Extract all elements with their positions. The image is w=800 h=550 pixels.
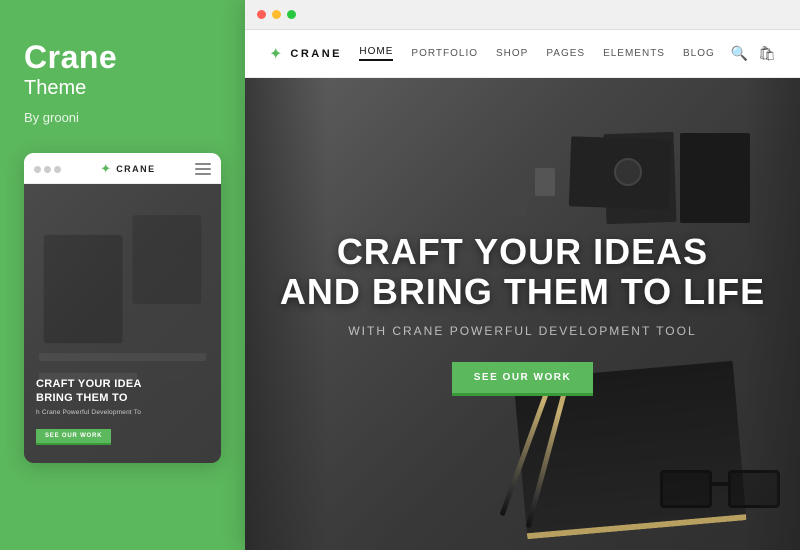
theme-author: By grooni	[24, 110, 221, 125]
website-nav: ✦ CRANE HOME PORTFOLIO SHOP PAGES ELEMEN…	[245, 30, 800, 78]
mobile-logo: ✦ CRANE	[100, 161, 155, 177]
hero-cta-button[interactable]: SEE OUR WORK	[452, 362, 593, 396]
mobile-dot-3	[54, 166, 61, 173]
theme-label: Theme	[24, 77, 221, 100]
desktop-preview: ✦ CRANE HOME PORTFOLIO SHOP PAGES ELEMEN…	[245, 0, 800, 550]
website-content: ✦ CRANE HOME PORTFOLIO SHOP PAGES ELEMEN…	[245, 30, 800, 550]
nav-item-portfolio[interactable]: PORTFOLIO	[411, 48, 478, 59]
mobile-dots	[34, 166, 61, 173]
mobile-hero: CRAFT YOUR IDEA BRING THEM TO h Crane Po…	[24, 184, 221, 463]
glasses-lens-right	[728, 470, 780, 508]
stationery-glasses	[660, 470, 780, 520]
browser-chrome	[245, 0, 800, 30]
mobile-dot-2	[44, 166, 51, 173]
browser-dot-minimize	[272, 10, 281, 19]
nav-logo-icon: ✦	[269, 44, 282, 64]
glasses-bridge	[712, 482, 728, 486]
hero-text-content: CRAFT YOUR IDEAS AND BRING THEM TO LIFE …	[280, 232, 765, 395]
stationery-seal	[614, 158, 642, 186]
nav-item-pages[interactable]: PAGES	[546, 48, 585, 59]
browser-dot-close	[257, 10, 266, 19]
menu-line-1	[195, 163, 211, 165]
hero-subtitle: With Crane Powerful Development Tool	[348, 324, 696, 338]
website-hero: CRAFT YOUR IDEAS AND BRING THEM TO LIFE …	[245, 78, 800, 550]
sidebar: Crane Theme By grooni ✦ CRANE	[0, 0, 245, 550]
nav-item-shop[interactable]: SHOP	[496, 48, 528, 59]
mobile-dot-1	[34, 166, 41, 173]
glasses-lens-left	[660, 470, 712, 508]
search-icon[interactable]: 🔍	[731, 45, 748, 62]
mobile-menu-icon[interactable]	[195, 163, 211, 175]
menu-line-3	[195, 173, 211, 175]
mobile-hero-title: CRAFT YOUR IDEA BRING THEM TO	[36, 377, 209, 406]
mobile-hero-subtitle: h Crane Powerful Development To	[36, 409, 209, 416]
stationery-clip-2	[535, 168, 555, 196]
menu-line-2	[195, 168, 211, 170]
nav-item-elements[interactable]: ELEMENTS	[603, 48, 665, 59]
nav-icons: 🔍 🛍	[731, 45, 776, 62]
mobile-logo-text: CRANE	[116, 164, 156, 174]
glasses-frame	[660, 470, 780, 510]
mobile-browser-bar: ✦ CRANE	[24, 153, 221, 184]
hero-title: CRAFT YOUR IDEAS AND BRING THEM TO LIFE	[280, 232, 765, 311]
mobile-cta-button[interactable]: SEE OUR WORK	[36, 429, 111, 445]
nav-item-blog[interactable]: BLOG	[683, 48, 715, 59]
browser-dot-maximize	[287, 10, 296, 19]
cart-icon[interactable]: 🛍	[758, 45, 776, 62]
nav-logo-text: CRANE	[290, 48, 342, 60]
theme-name: Crane	[24, 40, 221, 75]
nav-menu: HOME PORTFOLIO SHOP PAGES ELEMENTS BLOG	[359, 46, 714, 61]
mobile-hero-content: CRAFT YOUR IDEA BRING THEM TO h Crane Po…	[36, 377, 209, 446]
nav-logo: ✦ CRANE	[269, 44, 342, 64]
stationery-clip-1	[507, 188, 527, 216]
stationery-notebook-sm1	[680, 133, 750, 223]
nav-item-home[interactable]: HOME	[359, 46, 393, 61]
mobile-preview-card: ✦ CRANE CRAFT YOUR IDEA BRING THEM TO h …	[24, 153, 221, 463]
mobile-logo-icon: ✦	[100, 161, 111, 177]
